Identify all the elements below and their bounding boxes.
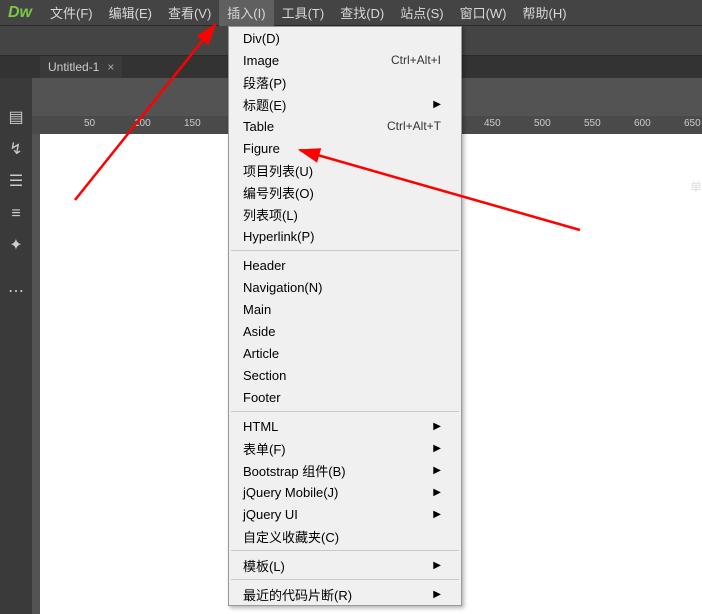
menu-item-ol[interactable]: 编号列表(O) bbox=[229, 181, 461, 203]
menu-item-image[interactable]: ImageCtrl+Alt+I bbox=[229, 49, 461, 71]
menu-item-header[interactable]: Header bbox=[229, 254, 461, 276]
menu-view[interactable]: 查看(V) bbox=[160, 0, 219, 26]
menu-item-article[interactable]: Article bbox=[229, 342, 461, 364]
menu-item-jquery-mobile[interactable]: jQuery Mobile(J)▶ bbox=[229, 481, 461, 503]
chevron-right-icon: ▶ bbox=[433, 487, 441, 498]
menu-item-navigation[interactable]: Navigation(N) bbox=[229, 276, 461, 298]
more-icon[interactable]: ⋯ bbox=[6, 282, 26, 302]
menu-separator bbox=[231, 250, 459, 251]
ruler-mark: 550 bbox=[584, 118, 601, 129]
code-icon[interactable]: ↯ bbox=[6, 140, 26, 160]
menu-tools[interactable]: 工具(T) bbox=[274, 0, 333, 26]
ruler-mark: 50 bbox=[84, 118, 95, 129]
menu-item-form[interactable]: 表单(F)▶ bbox=[229, 437, 461, 459]
menu-item-bootstrap[interactable]: Bootstrap 组件(B)▶ bbox=[229, 459, 461, 481]
document-tab[interactable]: Untitled-1 × bbox=[40, 56, 122, 78]
menu-item-favorites[interactable]: 自定义收藏夹(C) bbox=[229, 525, 461, 547]
close-icon[interactable]: × bbox=[107, 60, 114, 74]
menu-separator bbox=[231, 550, 459, 551]
manage-icon[interactable]: ☰ bbox=[6, 172, 26, 192]
tab-title: Untitled-1 bbox=[48, 60, 99, 74]
menu-item-table[interactable]: TableCtrl+Alt+T bbox=[229, 115, 461, 137]
menu-item-html[interactable]: HTML▶ bbox=[229, 415, 461, 437]
ruler-mark: 500 bbox=[534, 118, 551, 129]
chevron-right-icon: ▶ bbox=[433, 465, 441, 476]
menu-site[interactable]: 站点(S) bbox=[392, 0, 451, 26]
menu-item-aside[interactable]: Aside bbox=[229, 320, 461, 342]
chevron-right-icon: ▶ bbox=[433, 421, 441, 432]
menu-item-section[interactable]: Section bbox=[229, 364, 461, 386]
menu-help[interactable]: 帮助(H) bbox=[515, 0, 575, 26]
left-sidebar: ▤ ↯ ☰ ≡ ✦ ⋯ bbox=[0, 78, 32, 614]
ruler-mark: 650 bbox=[684, 118, 701, 129]
menu-item-ul[interactable]: 项目列表(U) bbox=[229, 159, 461, 181]
ruler-mark: 100 bbox=[134, 118, 151, 129]
chevron-right-icon: ▶ bbox=[433, 99, 441, 110]
menu-file[interactable]: 文件(F) bbox=[42, 0, 101, 26]
menu-item-template[interactable]: 模板(L)▶ bbox=[229, 554, 461, 576]
menu-item-li[interactable]: 列表项(L) bbox=[229, 203, 461, 225]
target-icon[interactable]: ✦ bbox=[6, 236, 26, 256]
app-logo: Dw bbox=[0, 4, 42, 22]
chevron-right-icon: ▶ bbox=[433, 560, 441, 571]
menu-item-recent-snippets[interactable]: 最近的代码片断(R)▶ bbox=[229, 583, 461, 605]
menu-find[interactable]: 查找(D) bbox=[332, 0, 392, 26]
menu-edit[interactable]: 编辑(E) bbox=[101, 0, 160, 26]
menu-item-figure[interactable]: Figure bbox=[229, 137, 461, 159]
ruler-mark: 150 bbox=[184, 118, 201, 129]
insert-menu-dropdown: Div(D) ImageCtrl+Alt+I 段落(P) 标题(E)▶ Tabl… bbox=[228, 26, 462, 606]
menu-item-heading[interactable]: 标题(E)▶ bbox=[229, 93, 461, 115]
chevron-right-icon: ▶ bbox=[433, 589, 441, 600]
menu-item-main[interactable]: Main bbox=[229, 298, 461, 320]
chevron-right-icon: ▶ bbox=[433, 509, 441, 520]
ruler-mark: 600 bbox=[634, 118, 651, 129]
menubar: Dw 文件(F) 编辑(E) 查看(V) 插入(I) 工具(T) 查找(D) 站… bbox=[0, 0, 702, 26]
list-icon[interactable]: ≡ bbox=[6, 204, 26, 224]
menu-item-jquery-ui[interactable]: jQuery UI▶ bbox=[229, 503, 461, 525]
menu-window[interactable]: 窗口(W) bbox=[452, 0, 515, 26]
menu-item-div[interactable]: Div(D) bbox=[229, 27, 461, 49]
chevron-right-icon: ▶ bbox=[433, 443, 441, 454]
menu-insert[interactable]: 插入(I) bbox=[219, 0, 273, 26]
menu-separator bbox=[231, 411, 459, 412]
right-label: 单 bbox=[690, 178, 702, 195]
ruler-mark: 450 bbox=[484, 118, 501, 129]
menu-separator bbox=[231, 579, 459, 580]
menu-item-footer[interactable]: Footer bbox=[229, 386, 461, 408]
menu-item-paragraph[interactable]: 段落(P) bbox=[229, 71, 461, 93]
file-icon[interactable]: ▤ bbox=[6, 108, 26, 128]
menu-item-hyperlink[interactable]: Hyperlink(P) bbox=[229, 225, 461, 247]
